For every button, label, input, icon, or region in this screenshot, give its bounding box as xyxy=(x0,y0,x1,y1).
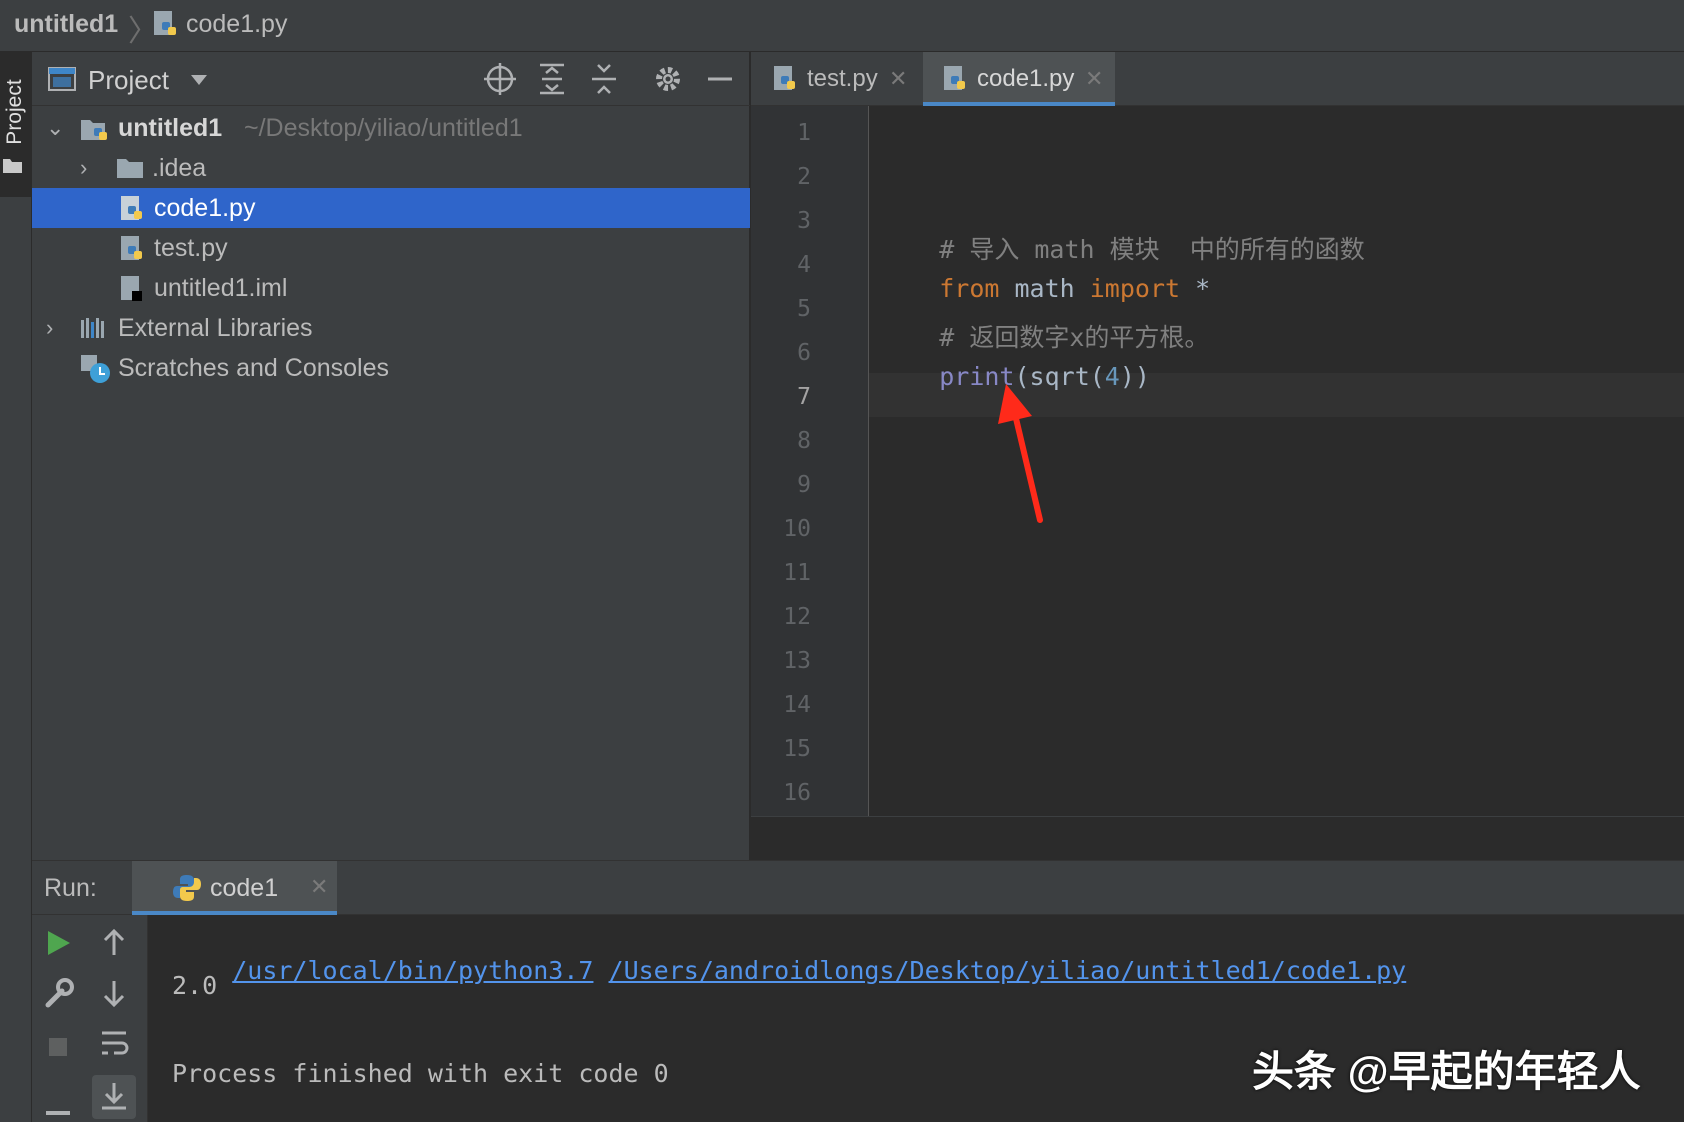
collapse-all-icon[interactable] xyxy=(584,59,624,99)
breadcrumb-project[interactable]: untitled1 xyxy=(14,10,118,39)
line-number: 15 xyxy=(783,736,811,762)
line-number: 4 xyxy=(797,252,811,278)
close-icon[interactable]: ✕ xyxy=(889,52,907,106)
project-panel-title[interactable]: Project xyxy=(88,65,169,96)
call-close: )) xyxy=(1119,362,1150,391)
project-stripe-label: Project xyxy=(3,79,26,145)
console-exit-message: Process finished with exit code 0 xyxy=(172,1059,669,1088)
tool-window-stripe: Project xyxy=(0,52,32,1122)
line-number: 6 xyxy=(797,340,811,366)
libraries-icon xyxy=(81,318,104,338)
line-number: 11 xyxy=(783,560,811,586)
tab-label: code1.py xyxy=(977,65,1075,92)
line-number: 3 xyxy=(797,208,811,234)
python-logo-icon xyxy=(173,875,201,901)
folder-icon xyxy=(117,159,143,178)
code-editor[interactable]: # 导入 math 模块 中的所有的函数 from math import * … xyxy=(751,106,1684,816)
soft-wrap-icon[interactable] xyxy=(92,1021,136,1065)
run-toolbar xyxy=(32,915,148,1122)
run-tab-code1[interactable]: code1 ✕ xyxy=(132,861,337,915)
line-number: 10 xyxy=(783,516,811,542)
tree-item-label: untitled1 xyxy=(118,114,223,142)
scroll-to-end-icon[interactable] xyxy=(92,1075,136,1119)
line-number: 5 xyxy=(797,296,811,322)
chevron-right-icon[interactable]: › xyxy=(46,308,53,348)
line-number: 7 xyxy=(797,384,811,410)
line-number: 13 xyxy=(783,648,811,674)
run-label: Run: xyxy=(44,874,97,902)
rerun-icon[interactable] xyxy=(36,921,80,965)
editor-bottom-strip xyxy=(751,816,1684,860)
tree-item-test-py[interactable]: test.py xyxy=(32,228,750,268)
line-number: 9 xyxy=(797,472,811,498)
project-tool-window: Project ⌄ untitled1 ~/Desktop/yiliao/unt… xyxy=(32,52,750,860)
line-number: 8 xyxy=(797,428,811,454)
number-literal: 4 xyxy=(1104,362,1120,391)
wrench-icon[interactable] xyxy=(36,971,80,1015)
tree-item-iml[interactable]: untitled1.iml xyxy=(32,268,750,308)
tree-item-scratches[interactable]: Scratches and Consoles xyxy=(32,348,750,388)
tree-item-external-libraries[interactable]: › External Libraries xyxy=(32,308,750,348)
interpreter-path-link[interactable]: /usr/local/bin/python3.7 xyxy=(232,956,593,985)
project-panel-header: Project xyxy=(32,52,750,106)
line-number: 1 xyxy=(797,120,811,146)
line-number: 12 xyxy=(783,604,811,630)
annotation-arrow-icon xyxy=(998,384,1043,523)
watermark: 头条 @早起的年轻人 xyxy=(1252,1048,1641,1095)
tree-item-label: test.py xyxy=(154,234,228,262)
locate-icon[interactable] xyxy=(480,59,520,99)
tab-test-py[interactable]: test.py ✕ xyxy=(751,52,921,106)
console-command-line: /usr/local/bin/python3.7 /Users/androidl… xyxy=(172,927,1406,1014)
arrow-up-icon[interactable] xyxy=(92,921,136,965)
chevron-right-icon[interactable]: › xyxy=(80,148,87,188)
run-tab-label: code1 xyxy=(210,874,279,902)
tree-item-label: External Libraries xyxy=(118,314,313,342)
minimize-icon[interactable] xyxy=(700,59,740,99)
arrow-down-icon[interactable] xyxy=(92,971,136,1015)
scratches-icon xyxy=(81,355,110,383)
stop-icon[interactable] xyxy=(36,1025,80,1069)
iml-file-icon xyxy=(121,276,142,301)
python-file-icon xyxy=(121,236,142,260)
gear-icon[interactable] xyxy=(648,59,688,99)
tree-item-label: code1.py xyxy=(154,194,256,222)
project-window-icon xyxy=(48,67,76,91)
tree-item-code1-py[interactable]: code1.py xyxy=(32,188,750,228)
close-icon[interactable]: ✕ xyxy=(1085,52,1103,106)
script-path-link[interactable]: /Users/androidlongs/Desktop/yiliao/untit… xyxy=(609,956,1407,985)
python-file-icon xyxy=(774,66,795,90)
console-output-result: 2.0 xyxy=(172,971,218,1000)
more-icon[interactable] xyxy=(46,1111,70,1122)
tree-item-idea[interactable]: › .idea xyxy=(32,148,750,188)
caret-down-icon[interactable] xyxy=(190,74,208,86)
project-tool-window-button[interactable]: Project xyxy=(0,52,32,197)
chevron-down-icon[interactable]: ⌄ xyxy=(46,108,64,148)
tab-label: test.py xyxy=(807,65,878,92)
close-icon[interactable]: ✕ xyxy=(310,874,328,900)
line-number: 2 xyxy=(797,164,811,190)
navigation-bar: untitled1 〉 code1.py xyxy=(0,0,1684,52)
project-folder-icon xyxy=(81,120,107,140)
python-file-icon xyxy=(944,66,965,90)
python-file-icon xyxy=(154,11,176,35)
line-number: 16 xyxy=(783,780,811,806)
tree-item-label: Scratches and Consoles xyxy=(118,354,389,382)
expand-all-icon[interactable] xyxy=(532,59,572,99)
folder-icon xyxy=(3,159,22,173)
tree-item-label: .idea xyxy=(152,154,207,182)
editor-tab-bar: test.py ✕ code1.py ✕ xyxy=(751,52,1684,106)
tree-item-path: ~/Desktop/yiliao/untitled1 xyxy=(244,114,523,142)
tree-item-label: untitled1.iml xyxy=(154,274,288,302)
python-file-icon xyxy=(121,196,142,220)
tree-item-project-root[interactable]: ⌄ untitled1 ~/Desktop/yiliao/untitled1 xyxy=(32,108,750,148)
tab-code1-py[interactable]: code1.py ✕ xyxy=(923,52,1115,106)
breadcrumb-file[interactable]: code1.py xyxy=(186,10,287,39)
run-panel-header: Run: code1 ✕ xyxy=(32,861,1684,915)
line-number: 14 xyxy=(783,692,811,718)
